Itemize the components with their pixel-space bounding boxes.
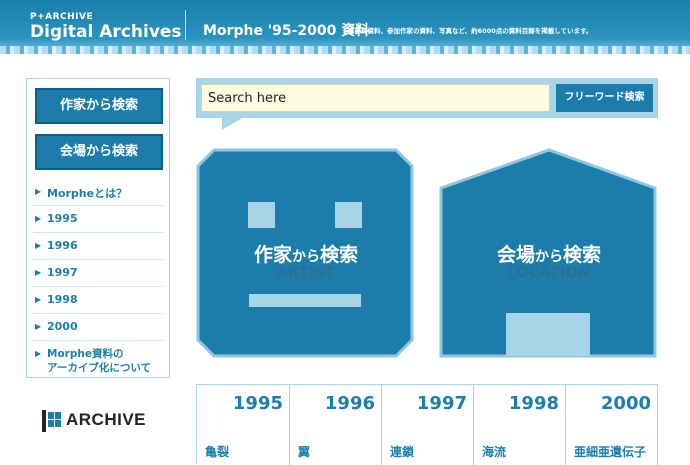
page-description: 事務局資料、参加作家の資料、写真など、約6000点の資料目録を掲載しています。 [348, 27, 593, 35]
sidebar-item-label: 1995 [47, 212, 78, 225]
sidebar-item-1997[interactable]: ▶ 1997 [33, 260, 163, 287]
location-card-title-small: から [535, 249, 563, 265]
year-cell-1995[interactable]: 1995 亀裂 [197, 385, 290, 465]
sidebar-item-2000[interactable]: ▶ 2000 [33, 314, 163, 341]
year-number: 1995 [232, 393, 283, 414]
chevron-right-icon: ▶ [35, 214, 42, 223]
year-cell-1996[interactable]: 1996 翼 [290, 385, 382, 465]
search-input[interactable] [201, 84, 550, 112]
sidebar-item-label: 1998 [47, 293, 78, 306]
artist-card-title[interactable]: 作家から検索 [196, 240, 416, 267]
sidebar-item-label-line2: アーカイブ化について [47, 362, 152, 374]
brand-logo[interactable]: Digital Archives [30, 22, 182, 42]
sidebar-item-label: 2000 [47, 320, 78, 333]
sidebar-item-label: Morphe資料のアーカイブ化について [47, 347, 151, 375]
archive-logo-icon [42, 410, 61, 432]
artist-mouth [249, 294, 361, 307]
sidebar: 作家から検索 会場から検索 ▶ Morpheとは？ ▶ 1995 ▶ 1996 ▶ 19… [26, 78, 170, 378]
sidebar-nav: ▶ Morpheとは？ ▶ 1995 ▶ 1996 ▶ 1997 ▶ 1998 ▶ 2000… [27, 179, 169, 379]
year-theme: 亜細亜遺伝子 [574, 445, 647, 459]
chevron-right-icon: ▶ [35, 322, 42, 331]
year-number: 1996 [324, 393, 375, 414]
artist-eye-left [248, 202, 275, 228]
search-by-location-button[interactable]: 会場から検索 [35, 134, 163, 170]
header-edge-decoration [0, 46, 690, 54]
year-theme: 翼 [298, 445, 311, 459]
artist-card-subtitle: ARTIST [276, 265, 336, 281]
chevron-right-icon: ▶ [35, 241, 42, 250]
sidebar-item-label: Morpheとは？ [47, 187, 128, 200]
year-cell-2000[interactable]: 2000 亜細亜遺伝子 [566, 385, 658, 465]
archive-logo[interactable]: ARCHIVE [42, 408, 172, 436]
sidebar-item-1995[interactable]: ▶ 1995 [33, 206, 163, 233]
sidebar-item-1996[interactable]: ▶ 1996 [33, 233, 163, 260]
chevron-right-icon: ▶ [35, 187, 42, 196]
artist-eye-right [335, 202, 362, 228]
header-divider [185, 10, 186, 40]
archive-logo-text: ARCHIVE [66, 410, 147, 429]
location-card-title-main1: 会場 [496, 244, 535, 266]
year-cell-1998[interactable]: 1998 海流 [474, 385, 566, 465]
year-theme: 亀裂 [205, 445, 230, 459]
sidebar-item-label: 1997 [47, 266, 78, 279]
sidebar-item-label: 1996 [47, 239, 78, 252]
site-header: P+ARCHIVE Digital Archives Morphe '95-20… [0, 0, 690, 54]
artist-card-title-main2: 検索 [320, 244, 359, 266]
page-title: Morphe '95-2000 資料 [203, 23, 370, 39]
brand-small-label[interactable]: P+ARCHIVE [30, 12, 93, 22]
years-table: 1995 亀裂 1996 翼 1997 連鎖 1998 海流 2000 亜細亜遺… [196, 384, 658, 465]
artist-card-title-main1: 作家 [253, 244, 292, 266]
location-card-title-main2: 検索 [563, 244, 602, 266]
search-panel-tail [222, 118, 242, 130]
location-card-subtitle: LOCATION [507, 265, 591, 281]
sidebar-item-about[interactable]: ▶ Morpheとは？ [33, 179, 163, 206]
year-cell-1997[interactable]: 1997 連鎖 [382, 385, 474, 465]
chevron-right-icon: ▶ [35, 268, 42, 277]
chevron-right-icon: ▶ [35, 349, 42, 358]
location-door [506, 313, 590, 356]
sidebar-item-1998[interactable]: ▶ 1998 [33, 287, 163, 314]
chevron-right-icon: ▶ [35, 295, 42, 304]
year-number: 1997 [416, 393, 467, 414]
artist-card-title-small: から [292, 249, 320, 265]
sidebar-item-label-line1: Morphe資料の [47, 348, 124, 360]
search-by-artist-button[interactable]: 作家から検索 [35, 88, 163, 124]
sidebar-item-archive-about[interactable]: ▶ Morphe資料のアーカイブ化について [33, 341, 163, 379]
location-card-title[interactable]: 会場から検索 [439, 240, 659, 267]
year-number: 2000 [600, 393, 651, 414]
year-theme: 連鎖 [390, 445, 415, 459]
year-number: 1998 [508, 393, 559, 414]
free-word-search-button[interactable]: フリーワード検索 [556, 84, 653, 112]
year-theme: 海流 [482, 445, 507, 459]
